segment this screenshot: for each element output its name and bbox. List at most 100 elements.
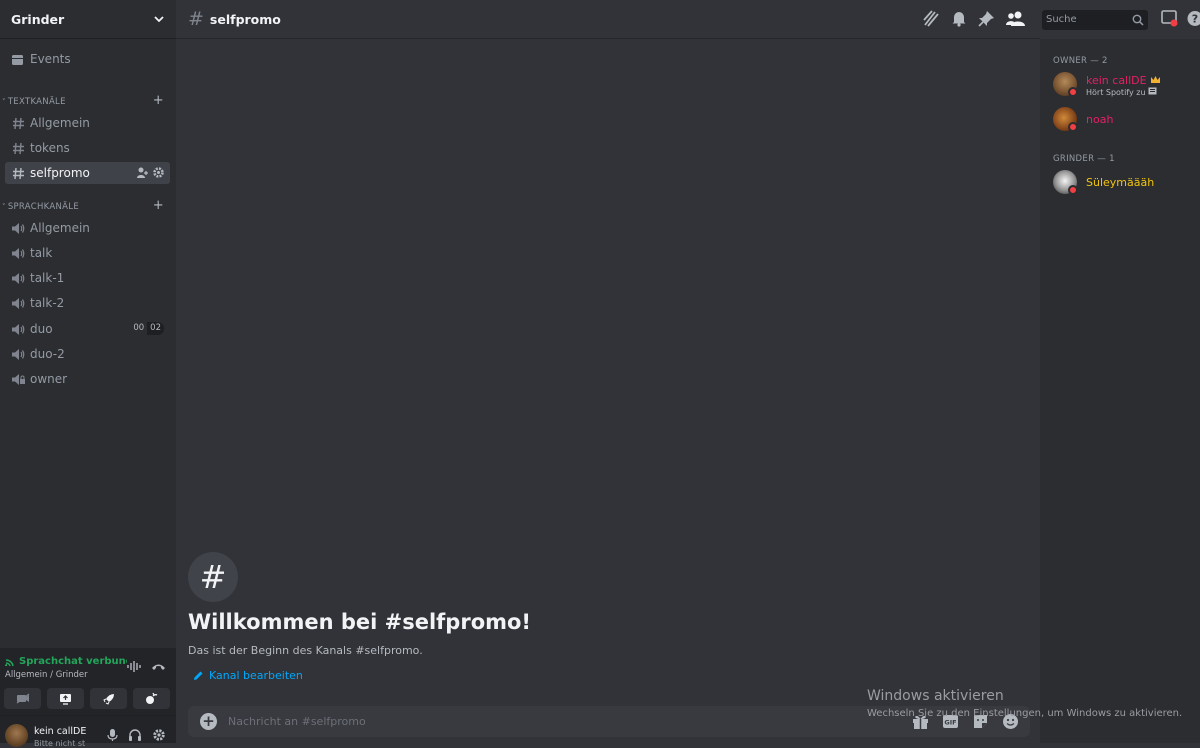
voice-channel-allgemein[interactable]: Allgemein — [5, 217, 170, 239]
category-voice-channels[interactable]: ˅ SPRACHKANÄLE + — [0, 200, 170, 214]
channel-selfpromo[interactable]: selfpromo — [5, 162, 170, 184]
channel-label: owner — [30, 372, 67, 386]
category-text-channels[interactable]: ˅ TEXTKANÄLE + — [0, 95, 170, 109]
channel-label: Allgemein — [30, 221, 90, 235]
microphone-icon[interactable] — [107, 728, 118, 742]
headphones-icon[interactable] — [128, 728, 142, 742]
member-activity: Hört Spotify zu — [1086, 88, 1146, 97]
signal-icon — [5, 657, 17, 667]
speaker-icon — [11, 271, 25, 285]
channel-label: talk-2 — [30, 296, 64, 310]
channel-label: tokens — [30, 141, 70, 155]
search-placeholder: Suche — [1046, 14, 1077, 25]
dnd-status-icon — [1068, 185, 1078, 195]
events-item[interactable]: Events — [5, 49, 170, 69]
hash-icon — [11, 116, 25, 130]
add-channel-icon[interactable]: + — [153, 198, 164, 213]
channel-label: selfpromo — [30, 166, 90, 180]
voice-channel-talk-2[interactable]: talk-2 — [5, 292, 170, 314]
upload-plus-icon[interactable]: + — [200, 713, 217, 730]
member-list-icon[interactable] — [1006, 10, 1025, 27]
member-item[interactable]: noah — [1053, 107, 1193, 133]
category-label: TEXTKANÄLE — [8, 97, 66, 107]
voice-location[interactable]: Allgemein / Grinder — [5, 670, 88, 680]
user-avatar[interactable] — [5, 724, 28, 747]
speaker-icon — [11, 221, 25, 235]
add-channel-icon[interactable]: + — [153, 93, 164, 108]
screen-share-icon — [59, 693, 72, 705]
soundboard-icon — [145, 692, 158, 705]
hash-icon — [11, 166, 25, 180]
speaker-icon — [11, 322, 25, 336]
welcome-title: Willkommen bei #selfpromo! — [188, 610, 531, 634]
chat-area: # selfpromo Suche ? # Willkommen bei #se… — [176, 0, 1040, 743]
category-label: SPRACHKANÄLE — [8, 202, 79, 212]
chevron-down-icon: ˅ — [2, 98, 6, 106]
help-icon[interactable]: ? — [1187, 10, 1200, 27]
calendar-icon — [11, 53, 24, 66]
edit-channel-label: Kanal bearbeiten — [209, 669, 303, 682]
member-name: noah — [1086, 113, 1113, 126]
channel-allgemein[interactable]: Allgemein — [5, 112, 170, 134]
search-input[interactable]: Suche — [1042, 10, 1148, 30]
disconnect-icon[interactable] — [151, 662, 166, 672]
gear-icon[interactable] — [152, 166, 165, 179]
screenshare-button[interactable] — [47, 688, 84, 709]
invite-icon[interactable] — [136, 166, 149, 179]
voice-channel-talk[interactable]: talk — [5, 242, 170, 264]
member-item[interactable]: Süleymäääh — [1053, 170, 1193, 196]
voice-channel-owner[interactable]: owner — [5, 368, 170, 390]
channel-sidebar: Grinder Events ˅ TEXTKANÄLE + Allgemein … — [0, 0, 176, 743]
voice-channel-duo-2[interactable]: duo-2 — [5, 343, 170, 365]
threads-icon[interactable] — [922, 10, 940, 27]
events-label: Events — [30, 52, 71, 66]
svg-text:?: ? — [1192, 13, 1198, 26]
noise-suppression-icon[interactable] — [127, 660, 141, 673]
speaker-icon — [11, 246, 25, 260]
inbox-icon[interactable] — [1161, 10, 1178, 27]
voice-status[interactable]: Sprachchat verbunden — [5, 656, 127, 667]
member-list: OWNER — 2 kein callDE Hört Spotify zu no… — [1040, 39, 1200, 743]
channel-tokens[interactable]: tokens — [5, 137, 170, 159]
member-name: kein callDE — [1086, 74, 1147, 87]
hash-icon — [11, 141, 25, 155]
welcome-subtitle: Das ist der Beginn des Kanals #selfpromo… — [188, 644, 423, 657]
bell-icon[interactable] — [951, 10, 967, 27]
chevron-down-icon — [153, 13, 165, 25]
user-status: Bitte nicht st — [34, 739, 85, 748]
member-item[interactable]: kein callDE Hört Spotify zu — [1053, 72, 1193, 98]
camera-off-icon — [16, 693, 30, 704]
voice-channel-duo[interactable]: duo 00 02 — [5, 318, 170, 340]
channel-hash-icon: # — [188, 552, 238, 602]
username[interactable]: kein callDE — [34, 726, 86, 737]
search-icon — [1132, 14, 1144, 26]
user-limit-badge: 02 — [147, 322, 164, 335]
server-name: Grinder — [11, 12, 64, 27]
server-header[interactable]: Grinder — [0, 0, 176, 39]
settings-gear-icon[interactable] — [152, 728, 166, 742]
speaker-icon — [11, 296, 25, 310]
dnd-status-icon — [1068, 122, 1078, 132]
message-input[interactable] — [226, 712, 826, 731]
windows-activation-watermark: Windows aktivieren Wechseln Sie zu den E… — [867, 688, 1182, 719]
member-group-label: GRINDER — 1 — [1053, 154, 1115, 164]
voice-connection-panel: Sprachchat verbunden Allgemein / Grinder — [0, 648, 176, 716]
activity-card-icon — [1148, 87, 1157, 95]
camera-off-button[interactable] — [4, 688, 41, 709]
voice-status-label: Sprachchat verbunden — [19, 656, 127, 667]
channel-label: Allgemein — [30, 116, 90, 130]
locked-speaker-icon — [11, 372, 25, 386]
channel-title: selfpromo — [210, 12, 281, 27]
svg-text:GIF: GIF — [944, 719, 956, 727]
channel-label: talk — [30, 246, 52, 260]
watermark-title: Windows aktivieren — [867, 688, 1182, 704]
channel-header: # selfpromo — [176, 0, 1040, 39]
edit-channel-link[interactable]: Kanal bearbeiten — [193, 669, 303, 682]
activity-button[interactable] — [90, 688, 127, 709]
soundboard-button[interactable] — [133, 688, 170, 709]
pin-icon[interactable] — [978, 10, 995, 27]
chevron-down-icon: ˅ — [2, 203, 6, 211]
user-count-badge: 00 — [130, 322, 147, 335]
dnd-status-icon — [1068, 87, 1078, 97]
voice-channel-talk-1[interactable]: talk-1 — [5, 267, 170, 289]
